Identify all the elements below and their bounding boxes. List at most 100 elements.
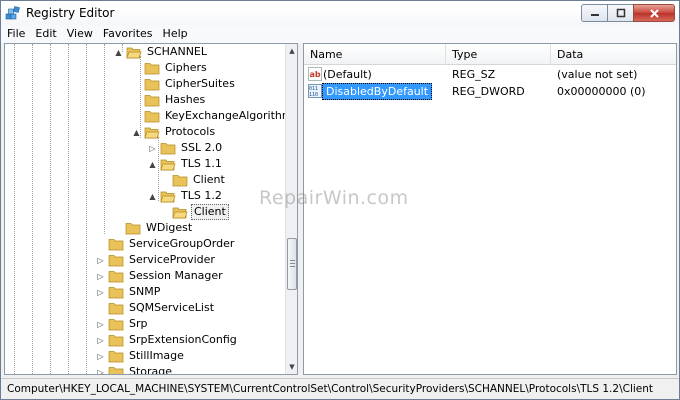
tree-node-label: Hashes xyxy=(165,93,206,106)
scrollbar-thumb[interactable] xyxy=(287,238,297,290)
folder-icon xyxy=(172,174,188,186)
maximize-button[interactable] xyxy=(607,4,633,22)
tree-node-wdigest[interactable]: WDigest xyxy=(125,220,194,236)
window-title: Registry Editor xyxy=(26,6,115,20)
tree-node-ssl-2-0[interactable]: ▷ SSL 2.0 xyxy=(148,140,224,156)
folder-open-icon xyxy=(144,127,160,138)
list-item-disabledbydefault[interactable]: 011 110 DisabledByDefault REG_DWORD 0x00… xyxy=(304,83,676,100)
folder-icon xyxy=(108,286,124,298)
tree-node-label: TLS 1.1 xyxy=(181,157,222,170)
expand-arrow-icon[interactable]: ▷ xyxy=(96,352,105,361)
expand-arrow-icon[interactable]: ▷ xyxy=(96,288,105,297)
tree-node-label: KeyExchangeAlgorithms xyxy=(165,109,298,122)
close-icon xyxy=(649,8,659,18)
tree-node-label: Client xyxy=(191,204,229,220)
tree-node-label: SSL 2.0 xyxy=(181,141,223,154)
menu-edit[interactable]: Edit xyxy=(30,25,61,43)
tree-node-schannel[interactable]: ▲ SCHANNEL xyxy=(114,44,209,60)
column-header-name[interactable]: Name xyxy=(304,44,446,65)
folder-icon xyxy=(144,94,160,106)
tree-guide-line xyxy=(32,44,33,374)
folder-icon xyxy=(108,334,124,346)
folder-open-icon xyxy=(160,191,176,202)
collapse-arrow-icon[interactable]: ▲ xyxy=(114,48,123,57)
tree-node-storage[interactable]: ▷ Storage xyxy=(96,364,174,375)
tree-node-tls-1-2-client[interactable]: Client xyxy=(172,204,229,220)
folder-icon xyxy=(108,366,124,374)
tree-vertical-scrollbar[interactable]: ▲ ▼ xyxy=(285,44,297,374)
registry-editor-window: Registry Editor File Edit View Favorites… xyxy=(0,0,680,400)
minimize-icon xyxy=(590,14,599,16)
tree-node-tls-1-1-client[interactable]: Client xyxy=(172,172,227,188)
menu-view[interactable]: View xyxy=(62,25,98,43)
scroll-up-arrow-icon[interactable]: ▲ xyxy=(286,44,297,58)
scroll-down-arrow-icon[interactable]: ▼ xyxy=(286,360,297,374)
tree-node-hashes[interactable]: Hashes xyxy=(144,92,207,108)
tree-node-session-manager[interactable]: ▷ Session Manager xyxy=(96,268,225,284)
grip-icon xyxy=(290,260,295,267)
tree-node-label: StillImage xyxy=(129,349,184,362)
folder-icon xyxy=(144,62,160,74)
collapse-arrow-icon[interactable]: ▲ xyxy=(148,160,157,169)
tree-node-tls-1-2[interactable]: ▲ TLS 1.2 xyxy=(148,188,224,204)
expand-arrow-icon[interactable]: ▷ xyxy=(96,336,105,345)
tree-node-srpextensionconfig[interactable]: ▷ SrpExtensionConfig xyxy=(96,332,239,348)
tree-node-ciphers[interactable]: Ciphers xyxy=(144,60,209,76)
expand-arrow-icon[interactable]: ▷ xyxy=(96,320,105,329)
tree-guide-line xyxy=(86,44,87,374)
folder-icon xyxy=(108,270,124,282)
folder-icon xyxy=(108,254,124,266)
key-tree-pane[interactable]: ▲ SCHANNEL Ciphers CipherSuites Hashes K… xyxy=(4,43,298,375)
tree-node-sqmservicelist[interactable]: SQMServiceList xyxy=(108,300,216,316)
window-controls xyxy=(581,4,675,22)
svg-text:ab: ab xyxy=(310,70,321,79)
folder-icon xyxy=(108,318,124,330)
folder-open-icon xyxy=(172,207,188,218)
tree-node-ciphersuites[interactable]: CipherSuites xyxy=(144,76,237,92)
tree-node-servicegrouporder[interactable]: ServiceGroupOrder xyxy=(108,236,236,252)
folder-icon xyxy=(160,142,176,154)
collapse-arrow-icon[interactable]: ▲ xyxy=(148,192,157,201)
tree-node-serviceprovider[interactable]: ▷ ServiceProvider xyxy=(96,252,217,268)
tree-node-protocols[interactable]: ▲ Protocols xyxy=(132,124,217,140)
tree-node-label: Protocols xyxy=(165,125,216,138)
menu-file[interactable]: File xyxy=(1,25,30,43)
title-bar[interactable]: Registry Editor xyxy=(1,1,679,25)
folder-icon xyxy=(108,350,124,362)
tree-node-keyexchangealgorithms[interactable]: KeyExchangeAlgorithms xyxy=(144,108,298,124)
tree-node-snmp[interactable]: ▷ SNMP xyxy=(96,284,162,300)
tree-node-label: Ciphers xyxy=(165,61,207,74)
column-header-data[interactable]: Data xyxy=(551,44,676,65)
tree-node-label: ServiceGroupOrder xyxy=(129,237,235,250)
value-name: (Default) xyxy=(323,68,372,81)
list-item-default[interactable]: ab (Default) REG_SZ (value not set) xyxy=(304,66,676,83)
tree-node-label: TLS 1.2 xyxy=(181,189,222,202)
tree-node-label: CipherSuites xyxy=(165,77,235,90)
close-button[interactable] xyxy=(633,4,675,22)
column-header-type[interactable]: Type xyxy=(446,44,551,65)
menu-help[interactable]: Help xyxy=(158,25,193,43)
value-name-selected[interactable]: DisabledByDefault xyxy=(322,83,433,100)
minimize-button[interactable] xyxy=(581,4,607,22)
tree-node-label: Client xyxy=(193,173,225,186)
expand-arrow-icon[interactable]: ▷ xyxy=(96,368,105,375)
value-type: REG_SZ xyxy=(452,68,496,81)
collapse-arrow-icon[interactable]: ▲ xyxy=(132,128,141,137)
tree-node-label: SQMServiceList xyxy=(129,301,215,314)
tree-node-tls-1-1[interactable]: ▲ TLS 1.1 xyxy=(148,156,224,172)
expand-arrow-icon[interactable]: ▷ xyxy=(96,272,105,281)
tree-node-stillimage[interactable]: ▷ StillImage xyxy=(96,348,186,364)
expand-arrow-icon[interactable]: ▷ xyxy=(96,256,105,265)
folder-open-icon xyxy=(160,159,176,170)
value-data: (value not set) xyxy=(557,68,638,81)
menu-favorites[interactable]: Favorites xyxy=(98,25,158,43)
tree-guide-line xyxy=(104,44,105,234)
expand-arrow-icon[interactable]: ▷ xyxy=(148,144,157,153)
tree-node-label: WDigest xyxy=(146,221,193,234)
tree-node-srp[interactable]: ▷ Srp xyxy=(96,316,150,332)
tree-node-label: Storage xyxy=(129,365,173,375)
folder-icon xyxy=(108,238,124,250)
values-list-pane[interactable]: Name Type Data ab (Default) REG_SZ (valu… xyxy=(303,43,677,375)
watermark-text: RepairWin.com xyxy=(259,187,409,209)
tree-node-label: SCHANNEL xyxy=(147,45,207,58)
